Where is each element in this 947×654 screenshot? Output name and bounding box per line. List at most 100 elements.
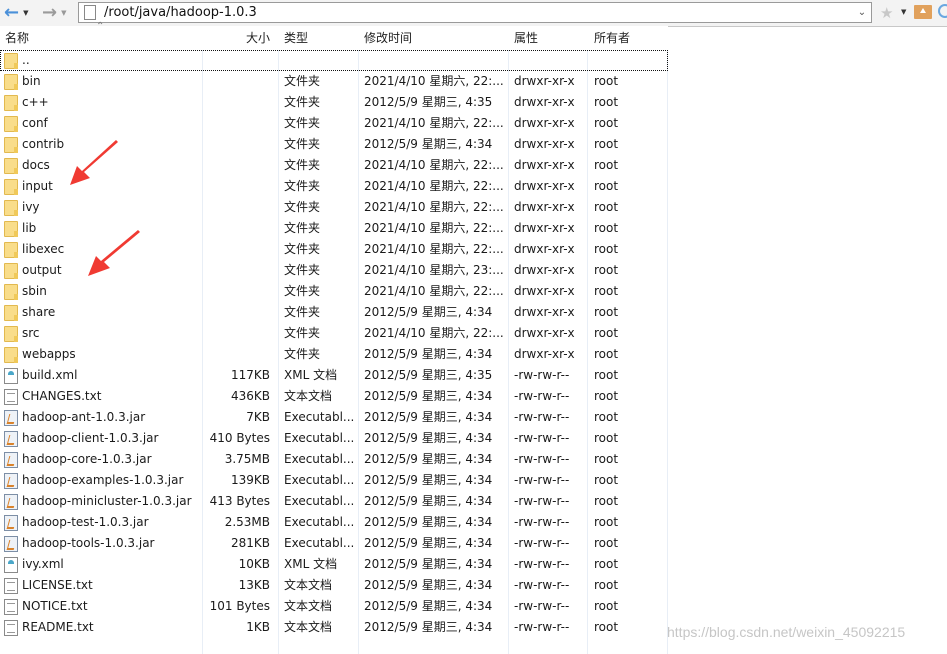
file-name[interactable]: hadoop-ant-1.0.3.jar [22,407,145,428]
file-row[interactable]: contrib 文件夹 2012/5/9 星期三, 4:34 drwxr-xr-x ro… [0,134,668,155]
star-icon[interactable]: ★ [880,4,893,22]
file-name-cell[interactable]: ivy.xml [4,554,200,575]
file-name-cell[interactable]: input [4,176,200,197]
file-name-cell[interactable]: webapps [4,344,200,365]
file-name[interactable]: sbin [22,281,47,302]
file-row[interactable]: hadoop-core-1.0.3.jar 3.75MB Executabl... 2… [0,449,668,470]
file-row[interactable]: c++ 文件夹 2012/5/9 星期三, 4:35 drwxr-xr-x root [0,92,668,113]
file-row[interactable]: README.txt 1KB 文本文档 2012/5/9 星期三, 4:34 -rw-r… [0,617,668,638]
file-name[interactable]: docs [22,155,50,176]
file-row[interactable]: output 文件夹 2021/4/10 星期六, 23:... drwxr-xr-x… [0,260,668,281]
file-row[interactable]: hadoop-examples-1.0.3.jar 139KB Executabl.… [0,470,668,491]
file-name-cell[interactable]: hadoop-core-1.0.3.jar [4,449,200,470]
file-name[interactable]: hadoop-examples-1.0.3.jar [22,470,183,491]
file-name[interactable]: conf [22,113,48,134]
file-name[interactable]: c++ [22,92,49,113]
column-header-type[interactable]: 类型 [284,26,308,50]
file-row[interactable]: conf 文件夹 2021/4/10 星期六, 22:... drwxr-xr-x ro… [0,113,668,134]
file-name-cell[interactable]: hadoop-examples-1.0.3.jar [4,470,200,491]
column-header-attributes[interactable]: 属性 [514,26,538,50]
file-row[interactable]: build.xml 117KB XML 文档 2012/5/9 星期三, 4:35 -r… [0,365,668,386]
file-name[interactable]: output [22,260,62,281]
file-name-cell[interactable]: contrib [4,134,200,155]
file-name-cell[interactable]: hadoop-ant-1.0.3.jar [4,407,200,428]
file-row[interactable]: lib 文件夹 2021/4/10 星期六, 22:... drwxr-xr-x roo… [0,218,668,239]
file-name-cell[interactable]: libexec [4,239,200,260]
file-row[interactable]: hadoop-minicluster-1.0.3.jar 413 Bytes Exe… [0,491,668,512]
file-name-cell[interactable]: ivy [4,197,200,218]
file-name-cell[interactable]: CHANGES.txt [4,386,200,407]
chevron-down-icon[interactable]: ⌄ [853,7,871,18]
file-name[interactable]: hadoop-core-1.0.3.jar [22,449,152,470]
file-name[interactable]: hadoop-tools-1.0.3.jar [22,533,154,554]
file-name[interactable]: hadoop-minicluster-1.0.3.jar [22,491,192,512]
file-name-cell[interactable]: build.xml [4,365,200,386]
file-row[interactable]: sbin 文件夹 2021/4/10 星期六, 22:... drwxr-xr-x ro… [0,281,668,302]
file-name-cell[interactable]: hadoop-test-1.0.3.jar [4,512,200,533]
forward-button[interactable]: → ▼ [42,3,66,23]
file-row[interactable]: src 文件夹 2021/4/10 星期六, 22:... drwxr-xr-x roo… [0,323,668,344]
file-row[interactable]: CHANGES.txt 436KB 文本文档 2012/5/9 星期三, 4:34 -r… [0,386,668,407]
file-name[interactable]: hadoop-client-1.0.3.jar [22,428,158,449]
file-name-cell[interactable]: conf [4,113,200,134]
file-name[interactable]: src [22,323,40,344]
file-row[interactable]: ivy.xml 10KB XML 文档 2012/5/9 星期三, 4:34 -rw-r… [0,554,668,575]
file-name[interactable]: input [22,176,53,197]
file-name-cell[interactable]: LICENSE.txt [4,575,200,596]
file-row[interactable]: hadoop-test-1.0.3.jar 2.53MB Executabl... 2… [0,512,668,533]
file-name[interactable]: ivy.xml [22,554,64,575]
file-name[interactable]: bin [22,71,41,92]
file-row[interactable]: hadoop-client-1.0.3.jar 410 Bytes Executab… [0,428,668,449]
bookmark-dropdown-icon[interactable]: ▼ [901,8,906,16]
file-name-cell[interactable]: src [4,323,200,344]
file-row[interactable]: webapps 文件夹 2012/5/9 星期三, 4:34 drwxr-xr-x ro… [0,344,668,365]
file-name-cell[interactable]: lib [4,218,200,239]
file-name[interactable]: README.txt [22,617,94,638]
file-name-cell[interactable]: README.txt [4,617,200,638]
file-name-cell[interactable]: NOTICE.txt [4,596,200,617]
file-name[interactable]: share [22,302,55,323]
file-row[interactable]: NOTICE.txt 101 Bytes 文本文档 2012/5/9 星期三, 4:3… [0,596,668,617]
address-path[interactable]: /root/java/hadoop-1.0.3 [104,5,853,20]
file-name-cell[interactable]: hadoop-minicluster-1.0.3.jar [4,491,200,512]
file-name-cell[interactable]: bin [4,71,200,92]
file-name[interactable]: webapps [22,344,76,365]
file-name[interactable]: hadoop-test-1.0.3.jar [22,512,149,533]
column-header-modified[interactable]: 修改时间 [364,26,412,50]
file-name-cell[interactable]: sbin [4,281,200,302]
file-row[interactable]: hadoop-tools-1.0.3.jar 281KB Executabl... 2… [0,533,668,554]
file-name[interactable]: NOTICE.txt [22,596,88,617]
file-name[interactable]: .. [22,50,30,71]
file-name-cell[interactable]: output [4,260,200,281]
file-name-cell[interactable]: docs [4,155,200,176]
file-row[interactable]: docs 文件夹 2021/4/10 星期六, 22:... drwxr-xr-x ro… [0,155,668,176]
file-name-cell[interactable]: .. [4,50,200,71]
file-name-cell[interactable]: hadoop-tools-1.0.3.jar [4,533,200,554]
file-name[interactable]: lib [22,218,36,239]
file-name-cell[interactable]: share [4,302,200,323]
file-name[interactable]: contrib [22,134,64,155]
parent-folder-icon[interactable] [914,5,932,19]
column-header-size[interactable]: 大小 [204,26,270,50]
file-row[interactable]: LICENSE.txt 13KB 文本文档 2012/5/9 星期三, 4:34 -rw… [0,575,668,596]
file-row[interactable]: ivy 文件夹 2021/4/10 星期六, 22:... drwxr-xr-x roo… [0,197,668,218]
file-row[interactable]: input 文件夹 2021/4/10 星期六, 22:... drwxr-xr-x r… [0,176,668,197]
file-row[interactable]: libexec 文件夹 2021/4/10 星期六, 22:... drwxr-xr-… [0,239,668,260]
back-button[interactable]: ← ▼ [4,3,28,23]
file-name-cell[interactable]: hadoop-client-1.0.3.jar [4,428,200,449]
file-name[interactable]: LICENSE.txt [22,575,93,596]
file-name[interactable]: CHANGES.txt [22,386,101,407]
file-name[interactable]: libexec [22,239,64,260]
file-name[interactable]: build.xml [22,365,77,386]
file-row[interactable]: bin 文件夹 2021/4/10 星期六, 22:... drwxr-xr-x roo… [0,71,668,92]
refresh-icon[interactable] [938,4,947,18]
column-header-name[interactable]: 名称 [5,26,29,50]
parent-directory-row[interactable]: .. [0,50,668,71]
back-history-dropdown-icon[interactable]: ▼ [23,9,28,17]
forward-history-dropdown-icon[interactable]: ▼ [61,9,66,17]
file-row[interactable]: hadoop-ant-1.0.3.jar 7KB Executabl... 2012/… [0,407,668,428]
address-bar[interactable]: /root/java/hadoop-1.0.3 ⌄ [78,2,872,23]
column-header-owner[interactable]: 所有者 [594,26,630,50]
file-name-cell[interactable]: c++ [4,92,200,113]
file-name[interactable]: ivy [22,197,40,218]
